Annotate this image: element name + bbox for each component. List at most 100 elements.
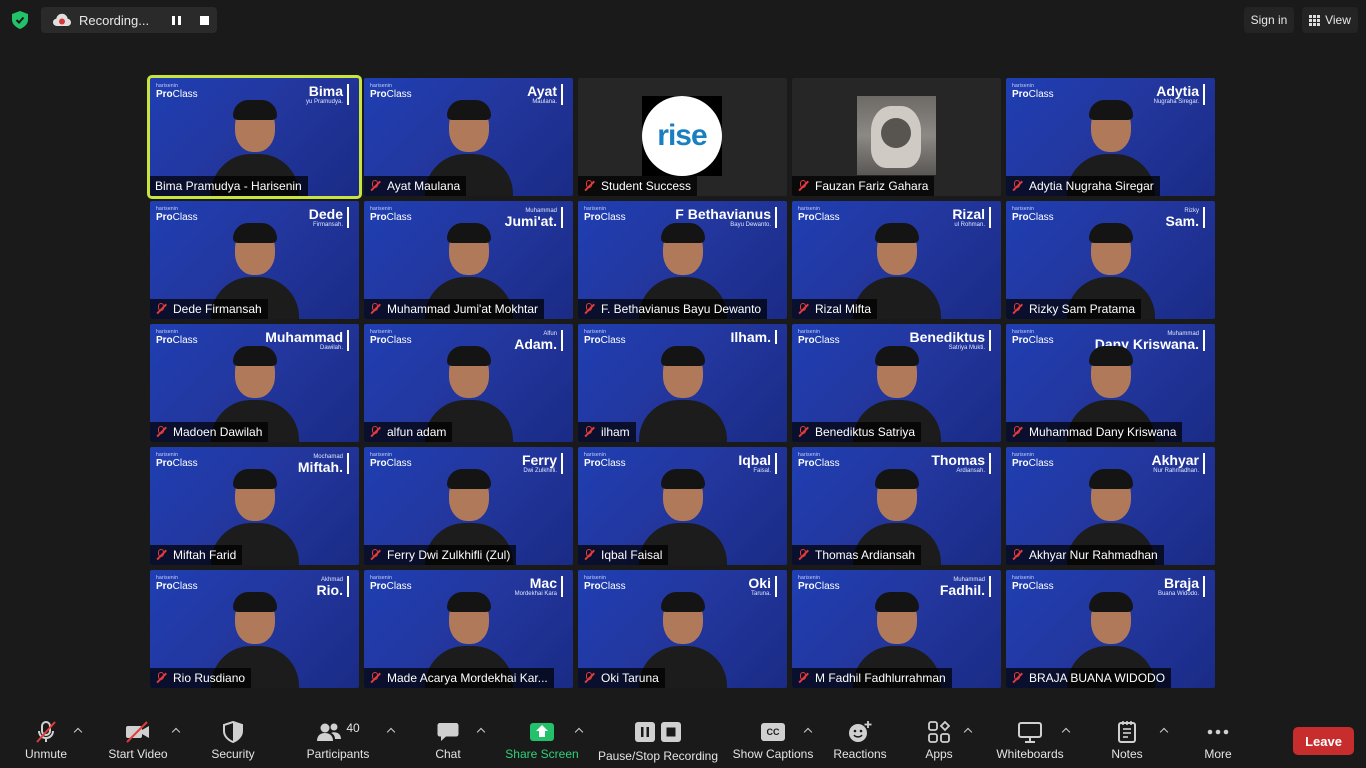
participant-tile[interactable]: harisenin ProClass Ilham. ilham xyxy=(578,324,787,442)
participant-tile[interactable]: harisenin ProClass Muhammad Fadhil. M Fadhil… xyxy=(792,570,1001,688)
participant-tile[interactable]: harisenin ProClass Akhyar Nur Rahmadhan. Akh… xyxy=(1006,447,1215,565)
background-name-banner: Bima yu Pramudya. xyxy=(306,84,349,105)
view-button[interactable]: View xyxy=(1302,7,1358,33)
participant-tile[interactable]: harisenin ProClass Rizky Sam. Rizky Sam Prat… xyxy=(1006,201,1215,319)
participant-tile[interactable]: harisenin ProClass F Bethavianus Bayu Dewan… xyxy=(578,201,787,319)
more-button[interactable]: More xyxy=(1198,712,1238,768)
participant-tile[interactable]: harisenin ProClass Ferry Dwi Zulkhifli. Ferr… xyxy=(364,447,573,565)
participant-tile[interactable]: harisenin ProClass Muhammad Jumi'at. Muhamma… xyxy=(364,201,573,319)
participant-tile[interactable]: rise Student Success xyxy=(578,78,787,196)
brand-class: Class xyxy=(172,212,198,223)
share-options-chevron-icon[interactable] xyxy=(574,725,584,735)
participant-name: Ayat Maulana xyxy=(387,179,461,193)
brand-pro: Pro xyxy=(1012,581,1029,592)
mic-muted-icon xyxy=(797,426,809,438)
banner-last-name: Mordekhai Kara xyxy=(514,591,557,597)
audio-options-chevron-icon[interactable] xyxy=(73,725,83,735)
banner-first-name: Adytia xyxy=(1156,83,1199,99)
proclass-logo: harisenin ProClass xyxy=(1012,84,1054,100)
reactions-label: Reactions xyxy=(833,747,887,761)
security-button[interactable]: Security xyxy=(206,712,260,768)
reactions-button[interactable]: Reactions xyxy=(830,712,890,768)
banner-first-name: Ayat xyxy=(527,83,557,99)
participant-tile[interactable]: harisenin ProClass Braja Buana Widodo. BRAJA… xyxy=(1006,570,1215,688)
brand-pro: Pro xyxy=(1012,212,1029,223)
brand-pro: Pro xyxy=(798,581,815,592)
start-video-button[interactable]: Start Video xyxy=(104,712,172,768)
chat-button[interactable]: Chat xyxy=(430,712,466,768)
encryption-shield-icon[interactable] xyxy=(12,11,28,29)
mic-muted-icon xyxy=(797,549,809,561)
brand-pro: Pro xyxy=(156,335,173,346)
pause-recording-icon[interactable] xyxy=(172,15,184,26)
brand-pro: Pro xyxy=(156,212,173,223)
participant-tile[interactable]: harisenin ProClass Rizal ul Rohman. Rizal Mi… xyxy=(792,201,1001,319)
brand-class: Class xyxy=(600,458,626,469)
chat-label: Chat xyxy=(435,747,461,761)
participant-tile[interactable]: Fauzan Fariz Gahara xyxy=(792,78,1001,196)
pause-stop-recording-button[interactable]: Pause/Stop Recording xyxy=(596,712,720,768)
mic-muted-icon xyxy=(583,303,595,315)
whiteboards-options-chevron-icon[interactable] xyxy=(1061,725,1071,735)
brand-class: Class xyxy=(172,581,198,592)
participant-tile[interactable]: harisenin ProClass Mac Mordekhai Kara Made A… xyxy=(364,570,573,688)
brand-pro: Pro xyxy=(798,335,815,346)
banner-last-name: Faisal. xyxy=(753,468,771,474)
leave-button[interactable]: Leave xyxy=(1293,727,1354,755)
background-name-banner: Mochamad Miftah. xyxy=(298,453,349,474)
participant-tile[interactable]: harisenin ProClass Muhammad Dawilah. Madoen … xyxy=(150,324,359,442)
notes-options-chevron-icon[interactable] xyxy=(1159,725,1169,735)
banner-first-name: Fadhil. xyxy=(939,582,985,598)
participant-tile[interactable]: harisenin ProClass Thomas Ardiansah. Thomas … xyxy=(792,447,1001,565)
chat-bubble-icon xyxy=(437,723,459,741)
unmute-button[interactable]: Unmute xyxy=(20,712,72,768)
participant-name-label: Muhammad Dany Kriswana xyxy=(1006,422,1183,442)
whiteboards-button[interactable]: Whiteboards xyxy=(990,712,1070,768)
participant-name: Bima Pramudya - Harisenin xyxy=(155,179,302,193)
mic-muted-icon xyxy=(583,180,595,192)
participant-tile[interactable]: harisenin ProClass Oki Taruna. Oki Taruna xyxy=(578,570,787,688)
notes-button[interactable]: Notes xyxy=(1106,712,1148,768)
participant-name: Madoen Dawilah xyxy=(173,425,263,439)
banner-first-name: Sam. xyxy=(1165,213,1199,229)
video-options-chevron-icon[interactable] xyxy=(171,725,181,735)
participant-tile[interactable]: harisenin ProClass Mochamad Miftah. Miftah F… xyxy=(150,447,359,565)
brand-pro: Pro xyxy=(584,335,601,346)
mic-muted-icon xyxy=(1011,303,1023,315)
chat-options-chevron-icon[interactable] xyxy=(476,725,486,735)
participant-name: Rizal Mifta xyxy=(815,302,872,316)
participant-tile[interactable]: harisenin ProClass Dede Firmansah. Dede Firm… xyxy=(150,201,359,319)
participant-tile[interactable]: harisenin ProClass Benediktus Satriya Mukti… xyxy=(792,324,1001,442)
background-name-banner: Rizky Sam. xyxy=(1166,207,1205,228)
brand-class: Class xyxy=(814,335,840,346)
proclass-logo: harisenin ProClass xyxy=(1012,207,1054,223)
participant-tile[interactable]: harisenin ProClass Adytia Nugraha Siregar. A… xyxy=(1006,78,1215,196)
show-captions-button[interactable]: CC Show Captions xyxy=(730,712,816,768)
banner-first-name: Iqbal xyxy=(738,452,771,468)
participant-tile[interactable]: harisenin ProClass Akhmad Rio. Rio Rusdiano xyxy=(150,570,359,688)
apps-button[interactable]: Apps xyxy=(922,712,956,768)
participant-tile[interactable]: harisenin ProClass Muhammad Dany Kriswana. M… xyxy=(1006,324,1215,442)
participant-tile[interactable]: harisenin ProClass Iqbal Faisal. Iqbal Faisa… xyxy=(578,447,787,565)
background-name-banner: Ayat Maulana. xyxy=(527,84,563,105)
brand-class: Class xyxy=(172,458,198,469)
captions-options-chevron-icon[interactable] xyxy=(803,725,813,735)
apps-options-chevron-icon[interactable] xyxy=(963,725,973,735)
pause-icon xyxy=(635,722,655,742)
background-name-banner: Alfun Adam. xyxy=(514,330,563,351)
share-screen-button[interactable]: Share Screen xyxy=(504,712,580,768)
banner-first-name: Rizal xyxy=(952,206,985,222)
participants-options-chevron-icon[interactable] xyxy=(386,725,396,735)
participant-name: Benediktus Satriya xyxy=(815,425,916,439)
proclass-logo: harisenin ProClass xyxy=(798,207,840,223)
participant-tile[interactable]: harisenin ProClass Ayat Maulana. Ayat Maulan… xyxy=(364,78,573,196)
share-screen-icon xyxy=(530,723,554,741)
participant-tile[interactable]: harisenin ProClass Alfun Adam. alfun adam xyxy=(364,324,573,442)
mic-muted-icon xyxy=(369,180,381,192)
stop-recording-icon[interactable] xyxy=(200,16,209,25)
participants-button[interactable]: 40 Participants xyxy=(304,712,372,768)
sign-in-button[interactable]: Sign in xyxy=(1244,7,1294,33)
participant-tile[interactable]: harisenin ProClass Bima yu Pramudya. Bima Pr… xyxy=(147,75,362,199)
brand-class: Class xyxy=(600,581,626,592)
brand-pro: Pro xyxy=(584,581,601,592)
